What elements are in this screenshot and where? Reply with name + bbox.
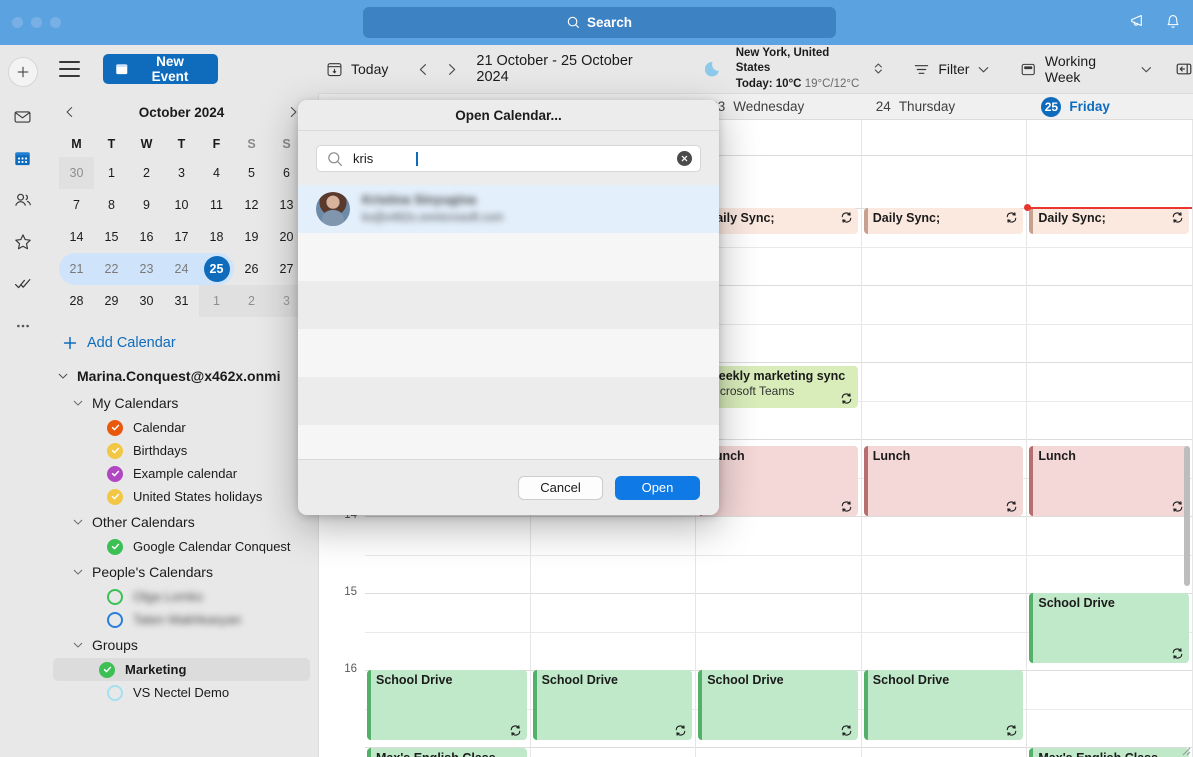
- mini-day-number: 13: [279, 198, 294, 212]
- mini-day-number: 6: [283, 166, 290, 180]
- result-name: Kristina Sinyugina: [362, 192, 477, 208]
- cancel-button[interactable]: Cancel: [518, 475, 603, 500]
- search-icon: [328, 151, 342, 166]
- result-placeholder-row: [298, 377, 719, 425]
- mini-day-number: 2: [248, 294, 255, 308]
- mini-day-number: 18: [209, 230, 224, 244]
- mini-day-number: 1: [108, 166, 115, 180]
- mini-day-number: 15: [104, 230, 119, 244]
- clear-search-button[interactable]: [677, 151, 692, 166]
- mini-day-number: 4: [213, 166, 220, 180]
- mini-day-number: 24: [174, 262, 189, 276]
- result-placeholder-row: [298, 329, 719, 377]
- dialog-search-field[interactable]: [316, 145, 701, 172]
- mini-day-number: 21: [69, 262, 84, 276]
- mini-day-number: 7: [73, 198, 80, 212]
- result-placeholder-row: [298, 281, 719, 329]
- mini-day-number: 3: [178, 166, 185, 180]
- text-caret: [416, 151, 418, 166]
- mini-day-number: 9: [143, 198, 150, 212]
- result-email: ks@x462x.onmicrosoft.com: [362, 212, 504, 225]
- mini-day-number: 5: [248, 166, 255, 180]
- mini-day-number: 10: [174, 198, 189, 212]
- open-calendar-dialog: Open Calendar... kris Kristina Sinyugina…: [298, 100, 719, 515]
- mini-day-number: 30: [69, 166, 84, 180]
- mini-day-number: 29: [104, 294, 119, 308]
- current-time-dot: [1024, 203, 1032, 211]
- mini-day-number: 30: [139, 294, 154, 308]
- mini-day-number: 2: [143, 166, 150, 180]
- result-placeholder-row: [298, 233, 719, 281]
- mini-day-number: 17: [174, 230, 189, 244]
- mini-day-number: 19: [244, 230, 259, 244]
- mini-day-number: 8: [108, 198, 115, 212]
- mini-day-number: 26: [244, 262, 259, 276]
- dialog-results-list[interactable]: Kristina Sinyugina ks@x462x.onmicrosoft.…: [298, 185, 719, 459]
- dialog-title: Open Calendar...: [298, 100, 719, 131]
- search-result-item[interactable]: Kristina Sinyugina ks@x462x.onmicrosoft.…: [298, 185, 719, 233]
- clear-icon: [681, 155, 688, 162]
- result-placeholder-row: [298, 425, 719, 459]
- mini-day-number: 27: [279, 262, 294, 276]
- mini-day-number: 3: [283, 294, 290, 308]
- mini-day-number: 28: [69, 294, 84, 308]
- dialog-search-input[interactable]: [353, 151, 417, 166]
- mini-day-number: 11: [210, 198, 223, 212]
- mini-day-number: 12: [244, 198, 259, 212]
- mini-day-number: 20: [279, 230, 294, 244]
- mini-day-number: 22: [104, 262, 119, 276]
- mini-day-number: 25: [203, 256, 230, 282]
- mini-day-number: 16: [139, 230, 154, 244]
- current-time-indicator: [1027, 207, 1192, 209]
- mini-day-number: 14: [69, 230, 84, 244]
- open-button[interactable]: Open: [615, 475, 700, 500]
- mini-day-number: 23: [139, 262, 154, 276]
- mini-day-number: 1: [213, 294, 220, 308]
- mini-day-number: 31: [174, 294, 189, 308]
- avatar: [316, 192, 350, 226]
